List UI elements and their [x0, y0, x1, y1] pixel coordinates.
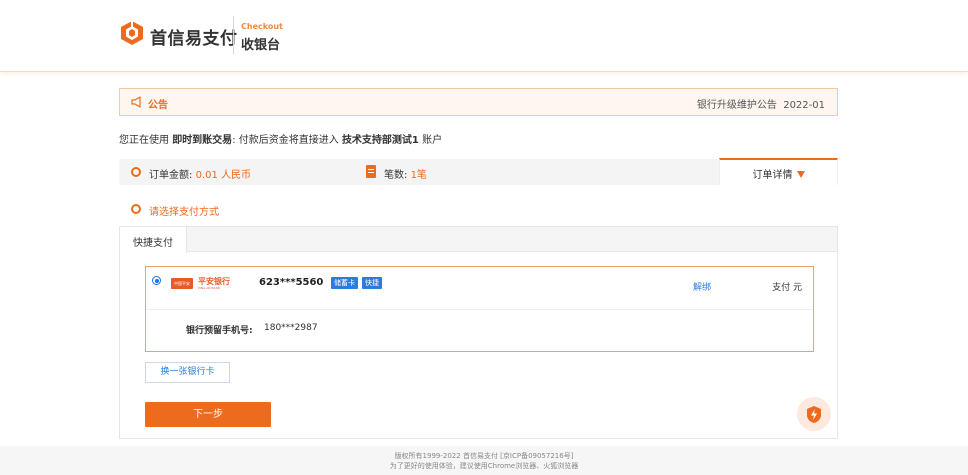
order-details-button[interactable]: 订单详情 — [719, 158, 838, 185]
footer-copyright: 版权所有1999-2022 首信易支付 [京ICP备09057216号] — [394, 452, 574, 460]
checkout-label-en: Checkout — [241, 22, 283, 31]
bank-card-option[interactable]: 中国平安 平安银行 PING AN BANK 623***5560 储蓄卡 快捷… — [145, 266, 814, 352]
order-count-value: 1笔 — [410, 170, 427, 181]
notice-date: 2022-01 — [783, 100, 825, 111]
reserved-phone-value: 180***2987 — [264, 323, 318, 333]
payment-tabs: 快捷支付 — [120, 227, 837, 253]
info-suffix: 账户 — [422, 135, 443, 146]
currency-unit: 元 — [792, 283, 802, 293]
shouxin-logo-icon — [121, 21, 143, 45]
ring-icon — [131, 167, 141, 177]
footer-browser-tip: 为了更好的使用体验，建议使用Chrome浏览器、火狐浏览器 — [389, 462, 579, 470]
document-icon — [366, 165, 376, 178]
unbind-link[interactable]: 解绑 — [693, 280, 711, 293]
card-number: 623***5560 — [259, 277, 324, 288]
reserved-phone-label: 银行预留手机号: — [186, 326, 253, 336]
order-summary-bar: 订单金额: 0.01 人民币 笔数: 1笔 订单详情 — [119, 158, 838, 185]
pay-amount: 支付 元 — [772, 280, 802, 293]
tab-quick-pay[interactable]: 快捷支付 — [120, 227, 187, 253]
order-count-label: 笔数: — [384, 170, 408, 181]
notice-message: 银行升级维护公告 — [696, 100, 777, 111]
checkout-label-cn: 收银台 — [241, 38, 281, 53]
transaction-info: 您正在使用 即时到账交易: 付款后资金将直接进入 技术支持部测试1 账户 — [119, 131, 442, 146]
brand-name: 首信易支付 — [150, 29, 238, 49]
info-middle: : 付款后资金将直接进入 — [232, 135, 339, 146]
ring-icon — [131, 204, 141, 214]
notice-bar: 公告 银行升级维护公告 2022-01 — [119, 88, 838, 116]
tag-debit-card: 储蓄卡 — [331, 277, 358, 289]
order-count: 笔数: 1笔 — [384, 166, 427, 181]
page-header: 首信易支付 Checkout 收银台 — [0, 0, 968, 72]
order-amount: 订单金额: 0.01 人民币 — [149, 166, 251, 181]
card-radio[interactable] — [152, 276, 161, 285]
pingan-bank-logo: 中国平安 平安银行 PING AN BANK — [171, 277, 233, 291]
order-amount-value: 0.01 人民币 — [195, 170, 252, 181]
select-method-heading: 请选择支付方式 — [131, 203, 219, 218]
order-details-label: 订单详情 — [752, 170, 793, 181]
change-card-button[interactable]: 换一张银行卡 — [145, 362, 230, 383]
card-divider — [146, 309, 813, 310]
tag-quick: 快捷 — [362, 277, 382, 289]
bank-mark: 中国平安 — [171, 278, 193, 289]
trade-type: 即时到账交易 — [172, 135, 233, 146]
megaphone-icon — [131, 96, 141, 108]
page-footer: 版权所有1999-2022 首信易支付 [京ICP备09057216号] 为了更… — [0, 446, 968, 475]
header-divider — [233, 16, 234, 54]
next-step-button[interactable]: 下一步 — [145, 402, 271, 427]
notice-message-link[interactable]: 银行升级维护公告 2022-01 — [697, 96, 825, 111]
account-name: 技术支持部测试1 — [341, 135, 419, 146]
notice-title: 公告 — [148, 100, 168, 111]
float-action-button[interactable] — [797, 397, 831, 431]
order-amount-label: 订单金额: — [149, 170, 193, 181]
payment-panel: 快捷支付 中国平安 平安银行 PING AN BANK 623***5560 储… — [119, 226, 838, 439]
triangle-down-icon — [796, 171, 805, 178]
pay-label: 支付 — [772, 283, 791, 293]
info-prefix: 您正在使用 — [119, 135, 169, 146]
lightning-shield-icon — [807, 406, 821, 423]
bank-name-en: PING AN BANK — [198, 286, 220, 290]
select-method-label: 请选择支付方式 — [149, 207, 219, 218]
